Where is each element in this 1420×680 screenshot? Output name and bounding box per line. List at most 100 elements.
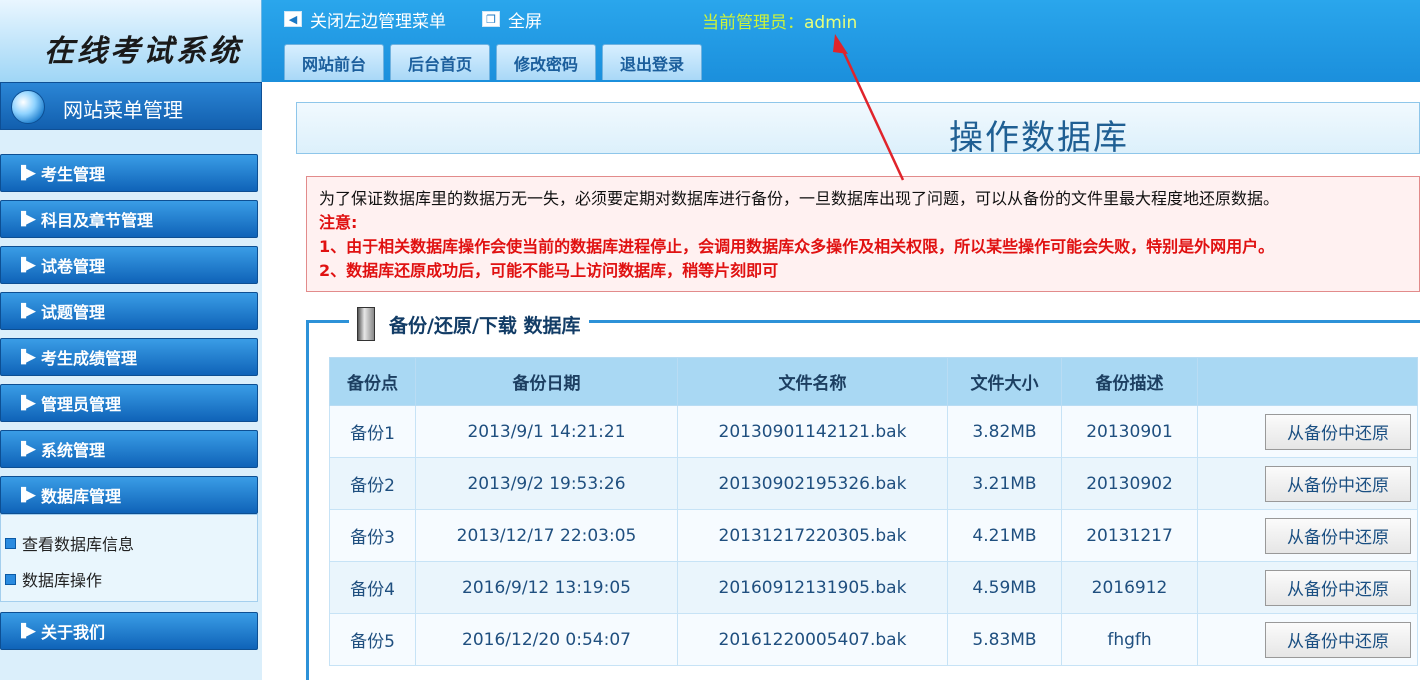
sidebar-item-system[interactable]: ▐▶ 系统管理 (0, 430, 258, 468)
play-arrow-icon: ▐▶ (16, 349, 36, 365)
play-arrow-icon: ▐▶ (16, 395, 36, 411)
sidebar-item-label: 关于我们 (41, 623, 106, 642)
cell-desc: 20130902 (1061, 457, 1198, 510)
cell-desc: fhgfh (1061, 613, 1198, 666)
sidebar-item-scores[interactable]: ▐▶ 考生成绩管理 (0, 338, 258, 376)
cell-size: 4.21MB (947, 509, 1062, 562)
sidebar-item-database[interactable]: ▐▶ 数据库管理 (0, 476, 258, 514)
cell-point: 备份4 (329, 561, 416, 614)
square-bullet-icon (5, 573, 16, 585)
sidebar-item-label: 考生管理 (41, 165, 106, 184)
cell-file: 20161220005407.bak (677, 613, 948, 666)
page-title: 操作数据库 (949, 118, 1129, 158)
sidebar-item-subjects[interactable]: ▐▶ 科目及章节管理 (0, 200, 258, 238)
cell-file: 20130902195326.bak (677, 457, 948, 510)
tab-site-front[interactable]: 网站前台 (284, 44, 384, 80)
cell-point: 备份3 (329, 509, 416, 562)
column-header (1197, 357, 1418, 406)
notice-item-2: 2、数据库还原成功后，可能不能马上访问数据库，稍等片刻即可 (319, 261, 779, 280)
table-row: 备份3 2013/12/17 22:03:05 20131217220305.b… (329, 509, 1418, 562)
cell-date: 2013/9/1 14:21:21 (415, 405, 678, 458)
main-content: 操作数据库 为了保证数据库里的数据万无一失，必须要定期对数据库进行备份，一旦数据… (284, 82, 1420, 680)
column-header: 文件大小 (947, 357, 1062, 406)
sidebar-item-papers[interactable]: ▐▶ 试卷管理 (0, 246, 258, 284)
table-row: 备份5 2016/12/20 0:54:07 20161220005407.ba… (329, 613, 1418, 666)
sidebar-item-label: 试题管理 (41, 303, 106, 322)
fullscreen-label: 全屏 (508, 11, 542, 32)
left-triangle-icon: ◀ (284, 11, 302, 27)
play-arrow-icon: ▐▶ (16, 487, 36, 503)
cell-action: 从备份中还原 (1197, 509, 1418, 562)
notice-text: 为了保证数据库里的数据万无一失，必须要定期对数据库进行备份，一旦数据库出现了问题… (319, 189, 1280, 208)
cell-point: 备份2 (329, 457, 416, 510)
tab-admin-home[interactable]: 后台首页 (390, 44, 490, 80)
cell-action: 从备份中还原 (1197, 405, 1418, 458)
cell-action: 从备份中还原 (1197, 561, 1418, 614)
section-legend: 备份/还原/下载 数据库 (349, 307, 589, 341)
play-arrow-icon: ▐▶ (16, 165, 36, 181)
cell-action: 从备份中还原 (1197, 457, 1418, 510)
fullscreen-button[interactable]: ❐ 全屏 (482, 7, 542, 32)
cell-action: 从备份中还原 (1197, 613, 1418, 666)
sidebar-item-about[interactable]: ▐▶ 关于我们 (0, 612, 258, 650)
globe-icon (11, 90, 45, 124)
sidebar: 网站菜单管理 ▐▶ 考生管理 ▐▶ 科目及章节管理 ▐▶ 试卷管理 ▐▶ 试题管… (0, 82, 262, 680)
close-left-menu-button[interactable]: ◀ 关闭左边管理菜单 (284, 7, 446, 32)
notice-item-1: 1、由于相关数据库操作会使当前的数据库进程停止，会调用数据库众多操作及相关权限，… (319, 237, 1275, 256)
section-title: 备份/还原/下载 数据库 (389, 314, 581, 337)
sidebar-item-admins[interactable]: ▐▶ 管理员管理 (0, 384, 258, 422)
backup-table: 备份点 备份日期 文件名称 文件大小 备份描述 备份1 2013/9/1 14:… (329, 357, 1418, 666)
sidebar-item-label: 科目及章节管理 (41, 211, 154, 230)
submenu-db-operation[interactable]: 数据库操作 (5, 567, 102, 591)
cell-desc: 2016912 (1061, 561, 1198, 614)
page-title-box: 操作数据库 (296, 102, 1420, 158)
restore-button[interactable]: 从备份中还原 (1265, 621, 1411, 658)
column-header: 备份点 (329, 357, 416, 406)
sidebar-item-label: 管理员管理 (41, 395, 122, 414)
sidebar-item-examinee[interactable]: ▐▶ 考生管理 (0, 154, 258, 192)
cell-size: 3.82MB (947, 405, 1062, 458)
table-header-row: 备份点 备份日期 文件名称 文件大小 备份描述 (329, 357, 1418, 406)
submenu-view-db-info[interactable]: 查看数据库信息 (5, 531, 134, 555)
restore-button[interactable]: 从备份中还原 (1265, 465, 1411, 502)
cell-size: 4.59MB (947, 561, 1062, 614)
backup-section: 备份/还原/下载 数据库 备份点 备份日期 文件名称 文件大小 备份描述 备份1… (306, 307, 1420, 680)
restore-button[interactable]: 从备份中还原 (1265, 517, 1411, 554)
admin-name: admin (804, 13, 858, 33)
tab-logout[interactable]: 退出登录 (602, 44, 702, 80)
table-row: 备份1 2013/9/1 14:21:21 20130901142121.bak… (329, 405, 1418, 458)
database-icon (357, 307, 375, 341)
play-arrow-icon: ▐▶ (16, 441, 36, 457)
table-row: 备份2 2013/9/2 19:53:26 20130902195326.bak… (329, 457, 1418, 510)
fullscreen-icon: ❐ (482, 11, 500, 27)
cell-size: 5.83MB (947, 613, 1062, 666)
cell-file: 20160912131905.bak (677, 561, 948, 614)
cell-size: 3.21MB (947, 457, 1062, 510)
cell-point: 备份5 (329, 613, 416, 666)
current-admin: 当前管理员：admin (702, 8, 857, 33)
play-arrow-icon: ▐▶ (16, 623, 36, 639)
cell-file: 20131217220305.bak (677, 509, 948, 562)
admin-label: 当前管理员： (702, 13, 804, 33)
play-arrow-icon: ▐▶ (16, 257, 36, 273)
restore-button[interactable]: 从备份中还原 (1265, 569, 1411, 606)
tab-change-password[interactable]: 修改密码 (496, 44, 596, 80)
cell-desc: 20130901 (1061, 405, 1198, 458)
cell-file: 20130901142121.bak (677, 405, 948, 458)
top-tabs: 网站前台 后台首页 修改密码 退出登录 (284, 44, 702, 80)
top-toolbar: ◀ 关闭左边管理菜单 ❐ 全屏 (284, 6, 542, 32)
top-bar: 在线考试系统 ◀ 关闭左边管理菜单 ❐ 全屏 当前管理员：admin 网站前台 … (0, 0, 1420, 82)
sidebar-item-label: 系统管理 (41, 441, 106, 460)
close-left-menu-label: 关闭左边管理菜单 (310, 11, 446, 32)
square-bullet-icon (5, 537, 16, 549)
notice-box: 为了保证数据库里的数据万无一失，必须要定期对数据库进行备份，一旦数据库出现了问题… (306, 176, 1420, 292)
database-submenu: 查看数据库信息 数据库操作 (0, 514, 258, 602)
column-header: 备份日期 (415, 357, 678, 406)
logo: 在线考试系统 (0, 0, 262, 82)
cell-date: 2016/12/20 0:54:07 (415, 613, 678, 666)
sidebar-header: 网站菜单管理 (0, 82, 262, 130)
restore-button[interactable]: 从备份中还原 (1265, 413, 1411, 450)
submenu-label: 数据库操作 (22, 571, 103, 590)
sidebar-item-questions[interactable]: ▐▶ 试题管理 (0, 292, 258, 330)
sidebar-item-label: 试卷管理 (41, 257, 106, 276)
